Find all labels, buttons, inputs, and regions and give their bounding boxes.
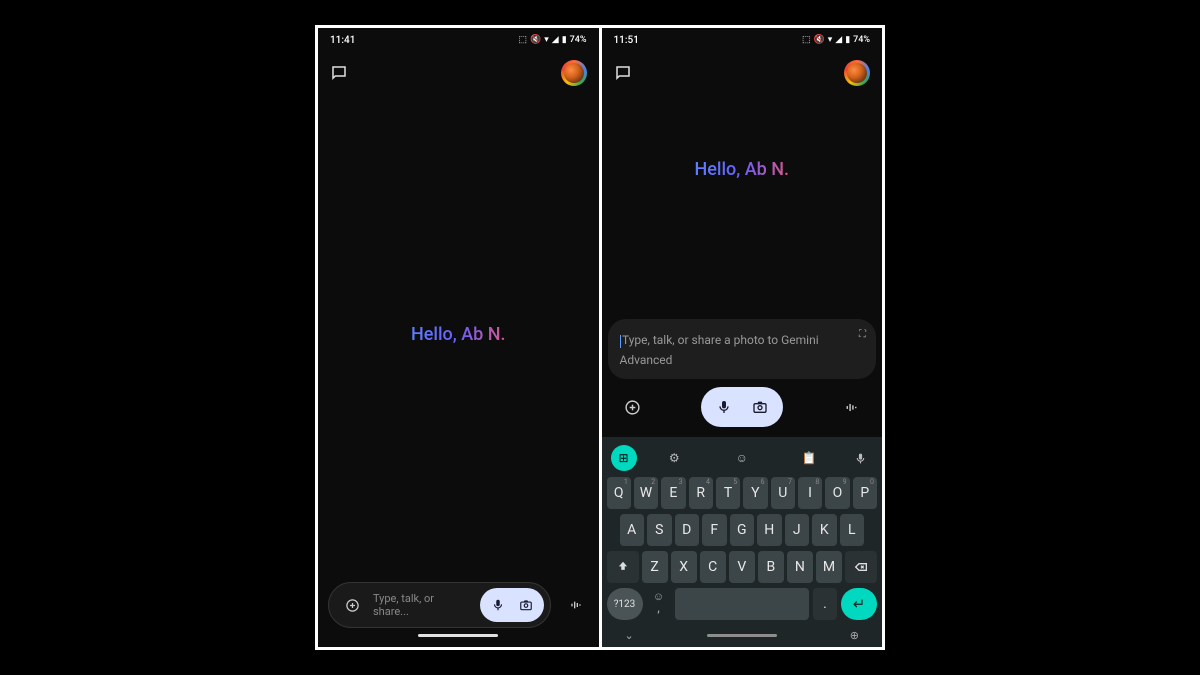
input-actions bbox=[602, 379, 883, 437]
battery-percent: 74% bbox=[570, 35, 587, 45]
link-icon: ⬚ bbox=[519, 35, 528, 45]
profile-avatar[interactable] bbox=[561, 60, 587, 86]
status-time: 11:41 bbox=[330, 35, 355, 46]
home-indicator[interactable] bbox=[707, 634, 777, 637]
wifi-icon: ▾ bbox=[544, 35, 549, 45]
key-q[interactable]: Q1 bbox=[607, 477, 631, 509]
mic-icon[interactable] bbox=[709, 393, 739, 421]
battery-percent: 74% bbox=[853, 35, 870, 45]
nav-bar: ⌄ ⊕ bbox=[605, 623, 880, 644]
greeting-text: Hello, Ab N. bbox=[694, 159, 789, 180]
kb-emoji-icon[interactable]: ☺ bbox=[729, 445, 755, 471]
key-x[interactable]: X bbox=[671, 551, 697, 583]
key-b[interactable]: B bbox=[758, 551, 784, 583]
kb-globe-icon[interactable]: ⊕ bbox=[850, 629, 859, 642]
key-c[interactable]: C bbox=[700, 551, 726, 583]
key-v[interactable]: V bbox=[729, 551, 755, 583]
key-i[interactable]: I8 bbox=[798, 477, 822, 509]
phone-screen-left: 11:41 ⬚ 🔇 ▾ ◢ ▮ 74% Hello, Ab N. bbox=[318, 28, 599, 647]
key-emoji-comma[interactable]: ☺, bbox=[647, 588, 671, 620]
key-n[interactable]: N bbox=[787, 551, 813, 583]
profile-avatar[interactable] bbox=[844, 60, 870, 86]
live-icon[interactable] bbox=[838, 394, 864, 420]
key-y[interactable]: Y6 bbox=[743, 477, 767, 509]
kb-row-3: ZXCVBNM bbox=[605, 551, 880, 583]
key-symbols[interactable]: ?123 bbox=[607, 588, 643, 620]
add-icon[interactable] bbox=[339, 592, 365, 618]
key-space[interactable] bbox=[675, 588, 810, 620]
chat-icon[interactable] bbox=[330, 64, 348, 82]
status-time: 11:51 bbox=[614, 35, 639, 46]
key-r[interactable]: R4 bbox=[689, 477, 713, 509]
input-placeholder: Type, talk, or share... bbox=[373, 592, 472, 618]
key-shift[interactable] bbox=[607, 551, 639, 583]
key-p[interactable]: P0 bbox=[853, 477, 877, 509]
key-h[interactable]: H bbox=[757, 514, 782, 546]
chat-icon[interactable] bbox=[614, 64, 632, 82]
key-backspace[interactable] bbox=[845, 551, 877, 583]
kb-apps-icon[interactable]: ⊞ bbox=[611, 445, 637, 471]
status-bar: 11:51 ⬚ 🔇 ▾ ◢ ▮ 74% bbox=[602, 28, 883, 52]
mute-icon: 🔇 bbox=[814, 35, 825, 45]
key-k[interactable]: K bbox=[812, 514, 837, 546]
key-t[interactable]: T5 bbox=[716, 477, 740, 509]
keyboard: ⊞ ⚙ ☺ 📋 Q1W2E3R4T5Y6U7I8O9P0 ASDFGHJKL Z… bbox=[602, 437, 883, 647]
key-w[interactable]: W2 bbox=[634, 477, 658, 509]
key-o[interactable]: O9 bbox=[825, 477, 849, 509]
add-icon[interactable] bbox=[620, 394, 646, 420]
status-indicators: ⬚ 🔇 ▾ ◢ ▮ 74% bbox=[519, 35, 587, 45]
key-g[interactable]: G bbox=[730, 514, 755, 546]
key-m[interactable]: M bbox=[816, 551, 842, 583]
key-u[interactable]: U7 bbox=[771, 477, 795, 509]
key-a[interactable]: A bbox=[620, 514, 645, 546]
app-header bbox=[602, 52, 883, 94]
battery-icon: ▮ bbox=[562, 35, 567, 45]
camera-icon[interactable] bbox=[745, 393, 775, 421]
text-cursor bbox=[620, 335, 622, 348]
key-e[interactable]: E3 bbox=[661, 477, 685, 509]
key-l[interactable]: L bbox=[840, 514, 865, 546]
status-indicators: ⬚ 🔇 ▾ ◢ ▮ 74% bbox=[802, 35, 870, 45]
status-bar: 11:41 ⬚ 🔇 ▾ ◢ ▮ 74% bbox=[318, 28, 599, 52]
mic-icon[interactable] bbox=[484, 592, 512, 618]
key-d[interactable]: D bbox=[675, 514, 700, 546]
input-area: Type, talk, or share... bbox=[318, 574, 599, 647]
wifi-icon: ▾ bbox=[828, 35, 833, 45]
voice-camera-pill bbox=[480, 588, 544, 622]
link-icon: ⬚ bbox=[802, 35, 811, 45]
kb-settings-icon[interactable]: ⚙ bbox=[661, 445, 687, 471]
text-input-expanded[interactable]: Type, talk, or share a photo to Gemini A… bbox=[608, 319, 877, 379]
text-input-container[interactable]: Type, talk, or share... bbox=[328, 582, 551, 628]
kb-mic-icon[interactable] bbox=[847, 445, 873, 471]
signal-icon: ◢ bbox=[835, 35, 842, 45]
signal-icon: ◢ bbox=[552, 35, 559, 45]
input-placeholder: Type, talk, or share a photo to Gemini A… bbox=[620, 333, 819, 367]
mute-icon: 🔇 bbox=[530, 35, 541, 45]
kb-clipboard-icon[interactable]: 📋 bbox=[796, 445, 822, 471]
home-indicator[interactable] bbox=[418, 634, 498, 637]
key-enter[interactable]: ↵ bbox=[841, 588, 877, 620]
app-header bbox=[318, 52, 599, 94]
expand-icon[interactable]: ⛶ bbox=[859, 329, 866, 340]
kb-collapse-icon[interactable]: ⌄ bbox=[625, 629, 634, 642]
key-s[interactable]: S bbox=[647, 514, 672, 546]
keyboard-toolbar: ⊞ ⚙ ☺ 📋 bbox=[605, 441, 880, 477]
main-content: Hello, Ab N. bbox=[602, 94, 883, 313]
live-icon[interactable] bbox=[563, 592, 589, 618]
kb-row-2: ASDFGHJKL bbox=[605, 514, 880, 546]
key-period[interactable]: . bbox=[813, 588, 837, 620]
main-content: Hello, Ab N. bbox=[318, 94, 599, 574]
kb-row-1: Q1W2E3R4T5Y6U7I8O9P0 bbox=[605, 477, 880, 509]
kb-row-4: ?123 ☺, . ↵ bbox=[605, 588, 880, 620]
comparison-frame: 11:41 ⬚ 🔇 ▾ ◢ ▮ 74% Hello, Ab N. bbox=[315, 25, 885, 650]
key-z[interactable]: Z bbox=[642, 551, 668, 583]
phone-screen-right: 11:51 ⬚ 🔇 ▾ ◢ ▮ 74% Hello, Ab N. Type, t… bbox=[602, 28, 883, 647]
camera-icon[interactable] bbox=[512, 592, 540, 618]
battery-icon: ▮ bbox=[845, 35, 850, 45]
key-j[interactable]: J bbox=[785, 514, 810, 546]
key-f[interactable]: F bbox=[702, 514, 727, 546]
voice-camera-pill bbox=[701, 387, 783, 427]
greeting-text: Hello, Ab N. bbox=[411, 324, 506, 345]
